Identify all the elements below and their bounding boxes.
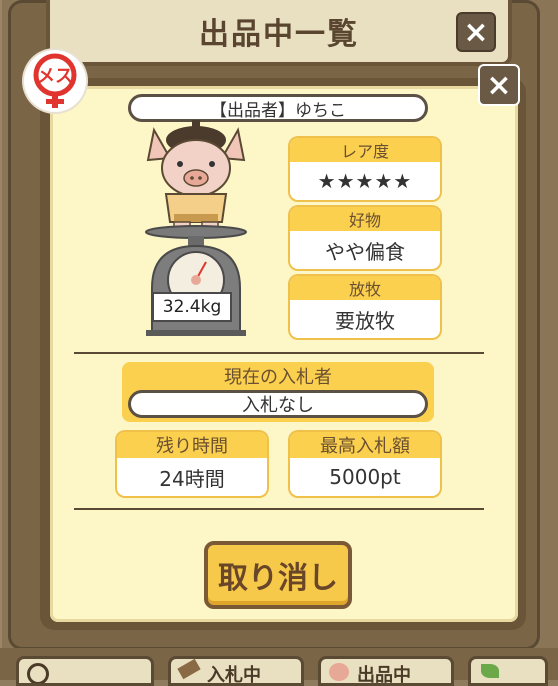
favorite-food-value: やや偏食 (325, 239, 405, 264)
favorite-food-label: 好物 (290, 207, 440, 231)
gavel-icon (177, 659, 201, 680)
leaf-icon (481, 664, 499, 678)
grazing-label: 放牧 (290, 276, 440, 300)
current-bidder-value: 入札なし (128, 390, 428, 418)
top-bid-label: 最高入札額 (290, 432, 440, 458)
window-title: 出品中一覧 (199, 17, 359, 52)
current-bidder-box: 現在の入札者 入札なし (122, 362, 434, 422)
popup-close-button[interactable]: × (478, 64, 520, 106)
rarity-stars: ★★★★★ (317, 169, 413, 193)
tab-listing-label: 出品中 (357, 665, 411, 686)
divider (74, 508, 484, 510)
tab-listing[interactable]: 出品中 (318, 656, 454, 686)
tab-bidding[interactable]: 入札中 (168, 656, 304, 686)
grazing-value: 要放牧 (335, 308, 395, 333)
weight-label: 32.4kg (152, 292, 232, 322)
female-icon: メス (24, 50, 86, 112)
window-titlebar: 出品中一覧 × (46, 0, 512, 66)
time-remaining-value: 24時間 (159, 466, 225, 491)
time-remaining-label: 残り時間 (117, 432, 267, 458)
pig-icon (329, 663, 349, 681)
divider (74, 352, 484, 354)
favorite-food-box: 好物 やや偏食 (290, 207, 440, 269)
rarity-box: レア度 ★★★★★ (290, 138, 440, 200)
top-bid-box: 最高入札額 5000pt (290, 432, 440, 496)
top-bid-value: 5000pt (329, 465, 401, 489)
grazing-box: 放牧 要放牧 (290, 276, 440, 338)
search-icon (27, 663, 49, 683)
tab-search[interactable] (16, 656, 154, 686)
current-bidder-label: 現在の入札者 (224, 367, 332, 388)
tab-other[interactable] (468, 656, 548, 686)
rarity-label: レア度 (290, 138, 440, 162)
svg-text:メス: メス (37, 66, 73, 87)
window-close-button[interactable]: × (456, 12, 496, 52)
tab-bidding-label: 入札中 (207, 665, 261, 686)
time-remaining-box: 残り時間 24時間 (117, 432, 267, 496)
cancel-listing-button[interactable]: 取り消し (204, 541, 352, 609)
